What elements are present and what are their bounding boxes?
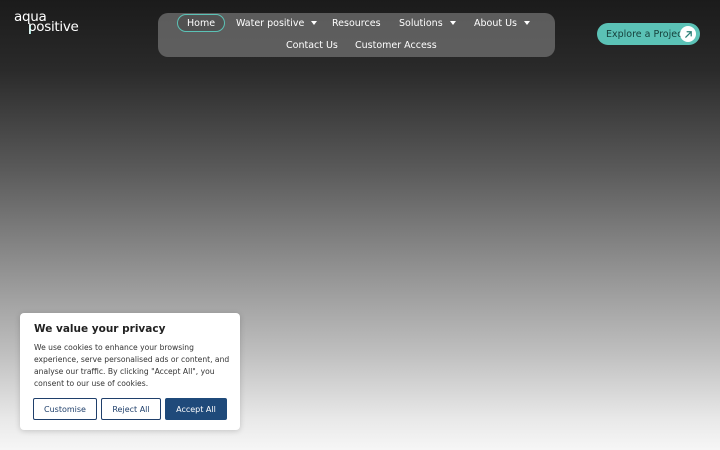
chevron-down-icon bbox=[449, 21, 456, 25]
nav-water-positive[interactable]: Water positive bbox=[236, 14, 318, 32]
nav-resources-label: Resources bbox=[332, 17, 381, 29]
nav-contact-us[interactable]: Contact Us bbox=[286, 36, 338, 54]
main-navigation: Home Water positive Resources Solutions … bbox=[158, 13, 555, 57]
accept-all-button[interactable]: Accept All bbox=[165, 398, 227, 420]
nav-home-label: Home bbox=[187, 17, 216, 29]
nav-resources[interactable]: Resources bbox=[332, 14, 381, 32]
nav-contact-us-label: Contact Us bbox=[286, 39, 338, 51]
customise-button[interactable]: Customise bbox=[33, 398, 97, 420]
arrow-up-right-icon bbox=[680, 26, 696, 42]
nav-customer-access-label: Customer Access bbox=[355, 39, 437, 51]
cookie-consent-banner: We value your privacy We use cookies to … bbox=[20, 313, 240, 430]
chevron-down-icon bbox=[524, 21, 531, 25]
explore-project-label: Explore a Project bbox=[606, 28, 687, 40]
nav-about-us-label: About Us bbox=[474, 17, 518, 29]
nav-customer-access[interactable]: Customer Access bbox=[355, 36, 437, 54]
aqua-positive-logo[interactable]: aqua positive bbox=[14, 9, 84, 36]
nav-about-us[interactable]: About Us bbox=[474, 14, 531, 32]
chevron-down-icon bbox=[311, 21, 318, 25]
logo-line-2: positive bbox=[28, 19, 79, 35]
cookie-body-text: We use cookies to enhance your browsing … bbox=[34, 343, 230, 388]
nav-water-positive-label: Water positive bbox=[236, 17, 305, 29]
reject-all-button[interactable]: Reject All bbox=[101, 398, 161, 420]
nav-home[interactable]: Home bbox=[177, 14, 226, 32]
nav-solutions-label: Solutions bbox=[399, 17, 443, 29]
explore-project-button[interactable]: Explore a Project bbox=[597, 23, 700, 45]
cookie-title: We value your privacy bbox=[34, 323, 166, 335]
nav-solutions[interactable]: Solutions bbox=[399, 14, 456, 32]
